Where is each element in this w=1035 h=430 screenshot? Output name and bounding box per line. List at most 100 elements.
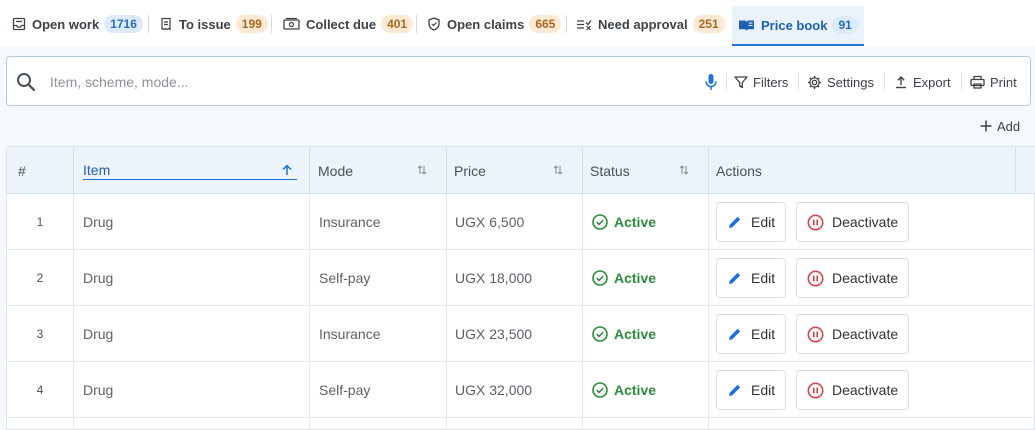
column-divider <box>73 194 74 430</box>
column-divider <box>446 194 447 430</box>
status-badge: Active <box>592 324 656 344</box>
tab-divider <box>271 15 272 33</box>
deactivate-button[interactable]: Deactivate <box>796 314 910 354</box>
filters-label: Filters <box>753 74 789 90</box>
tab-divider <box>148 15 149 33</box>
sort-icon <box>679 165 689 175</box>
microphone-icon <box>705 74 717 90</box>
tab-need-approval[interactable]: Need approval 251 <box>572 6 729 42</box>
column-header-item[interactable]: Item <box>83 147 297 194</box>
column-divider <box>582 147 583 194</box>
pause-circle-icon <box>807 326 824 342</box>
column-header-actions: Actions <box>716 162 762 179</box>
inbox-icon <box>12 17 26 31</box>
status-label: Active <box>614 382 657 398</box>
tab-label: Open work <box>32 16 100 32</box>
mode-cell: Self-pay <box>319 382 371 398</box>
edit-label: Edit <box>751 270 776 286</box>
edit-button[interactable]: Edit <box>716 314 787 354</box>
export-button[interactable]: Export <box>894 72 951 92</box>
checklist-icon <box>576 17 592 31</box>
pause-circle-icon <box>807 382 824 398</box>
status-label: Active <box>614 270 657 286</box>
pencil-icon <box>729 216 741 228</box>
column-divider <box>309 147 310 194</box>
price-cell: UGX 18,000 <box>455 270 533 286</box>
print-label: Print <box>990 74 1017 90</box>
row-number: 2 <box>36 271 44 285</box>
add-label: Add <box>997 118 1021 134</box>
deactivate-button[interactable]: Deactivate <box>796 258 910 298</box>
column-header-label: Item <box>83 162 297 180</box>
receipt-icon <box>159 17 173 31</box>
item-cell: Drug <box>83 382 114 398</box>
status-badge: Active <box>592 212 656 232</box>
search-input[interactable] <box>50 70 550 94</box>
column-divider <box>73 147 74 194</box>
deactivate-button[interactable]: Deactivate <box>796 202 910 242</box>
check-circle-icon <box>592 214 608 230</box>
add-button[interactable]: Add <box>980 116 1020 136</box>
settings-label: Settings <box>827 74 874 90</box>
row-divider <box>7 305 1035 306</box>
deactivate-button[interactable]: Deactivate <box>796 370 910 410</box>
edit-button[interactable]: Edit <box>716 258 787 298</box>
count-badge: 1716 <box>104 15 143 33</box>
filters-button[interactable]: Filters <box>734 72 788 92</box>
deactivate-label: Deactivate <box>832 270 899 286</box>
column-divider <box>1015 147 1016 194</box>
column-divider <box>708 147 709 194</box>
pause-circle-icon <box>807 270 824 286</box>
tab-collect-due[interactable]: Collect due 401 <box>279 6 417 42</box>
tab-divider <box>416 15 417 33</box>
edit-label: Edit <box>751 214 776 230</box>
toolbar-divider <box>798 73 799 91</box>
upload-icon <box>896 76 906 89</box>
sort-icon <box>553 165 563 175</box>
count-badge: 91 <box>832 16 858 34</box>
column-header-mode[interactable]: Mode <box>318 147 433 194</box>
tab-open-work[interactable]: Open work 1716 <box>8 6 147 42</box>
tab-label: Need approval <box>598 16 688 32</box>
count-badge: 199 <box>235 15 268 33</box>
toolbar-divider <box>726 73 727 91</box>
tab-to-issue[interactable]: To issue 199 <box>155 6 272 42</box>
mode-cell: Insurance <box>319 214 381 230</box>
column-divider <box>309 194 310 430</box>
arrow-up-icon <box>282 164 292 175</box>
count-badge: 251 <box>692 15 725 33</box>
export-label: Export <box>913 74 951 90</box>
row-divider <box>7 249 1035 250</box>
edit-button[interactable]: Edit <box>716 370 787 410</box>
mode-cell: Self-pay <box>319 270 371 286</box>
column-header-price[interactable]: Price <box>454 147 569 194</box>
tab-price-book[interactable]: Price book 91 <box>732 6 864 46</box>
sort-icon <box>417 165 427 175</box>
price-cell: UGX 23,500 <box>455 326 533 342</box>
printer-icon <box>970 75 985 89</box>
item-cell: Drug <box>83 214 114 230</box>
column-header-label: Price <box>454 162 486 179</box>
row-number: 3 <box>36 327 44 341</box>
item-cell: Drug <box>83 326 114 342</box>
column-header-status[interactable]: Status <box>590 147 690 194</box>
tab-open-claims[interactable]: Open claims 665 <box>423 6 565 42</box>
search-icon <box>16 72 36 92</box>
deactivate-label: Deactivate <box>832 382 899 398</box>
tab-label: Collect due <box>306 16 377 32</box>
column-divider <box>446 147 447 194</box>
edit-button[interactable]: Edit <box>716 202 787 242</box>
status-tabs: Open work 1716 To issue 199 Collect due … <box>0 0 1035 46</box>
cash-icon <box>283 17 300 31</box>
deactivate-label: Deactivate <box>832 214 899 230</box>
price-book-table: # Item Mode Price Status Actions 1 Drug … <box>6 146 1035 430</box>
plus-icon <box>980 120 992 132</box>
search-bar: Filters Settings Export Print <box>6 56 1031 106</box>
settings-button[interactable]: Settings <box>807 72 874 92</box>
column-header-label: Mode <box>318 162 354 179</box>
book-icon <box>738 18 755 32</box>
microphone-button[interactable] <box>704 72 723 92</box>
pencil-icon <box>729 384 741 396</box>
status-label: Active <box>614 214 657 230</box>
print-button[interactable]: Print <box>970 72 1017 92</box>
